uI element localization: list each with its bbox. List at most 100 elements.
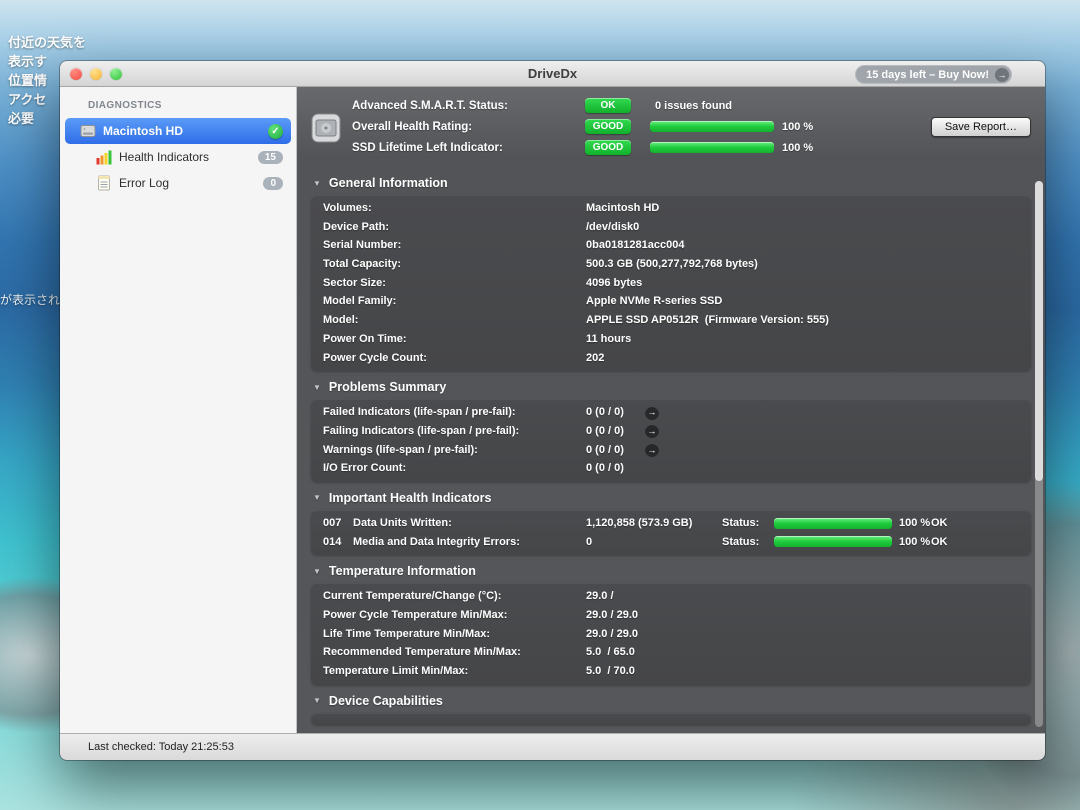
- section-box-temperature: Current Temperature/Change (°C):29.0 /Po…: [311, 583, 1031, 684]
- sidebar-item-label: Macintosh HD: [103, 124, 183, 138]
- progress-bar: [774, 536, 892, 547]
- details-arrow-button[interactable]: →: [645, 443, 659, 457]
- disclosure-triangle-icon: ▼: [313, 696, 321, 705]
- trial-badge-label: 15 days left – Buy Now!: [866, 69, 989, 81]
- window-body: DIAGNOSTICS Macintosh HD ✓ Health Indicato…: [60, 87, 1045, 733]
- row-value: 202: [586, 349, 604, 368]
- sidebar-header: DIAGNOSTICS: [60, 97, 296, 118]
- table-row: 014Media and Data Integrity Errors:0Stat…: [311, 533, 1031, 552]
- trial-badge[interactable]: 15 days left – Buy Now! →: [855, 65, 1012, 84]
- table-row: Total Capacity:500.3 GB (500,277,792,768…: [311, 255, 1031, 274]
- section-header-capabilities[interactable]: ▼Device Capabilities: [311, 685, 1031, 713]
- table-row: Failing Indicators (life-span / pre-fail…: [311, 422, 1031, 441]
- row-value: 500.3 GB (500,277,792,768 bytes): [586, 255, 758, 274]
- table-row: Model:APPLE SSD AP0512R (Firmware Versio…: [311, 311, 1031, 330]
- sections: ▼ General Information Volumes: Macintosh HD…: [297, 167, 1045, 725]
- summary-row-label: Advanced S.M.A.R.T. Status:: [352, 100, 585, 112]
- row-label: Warnings (life-span / pre-fail):: [323, 441, 478, 460]
- row-label: Model:: [323, 311, 358, 330]
- progress-bar-fill: [774, 518, 892, 529]
- row-value: 1,120,858 (573.9 GB): [586, 514, 692, 533]
- row-label: Media and Data Integrity Errors:: [353, 533, 520, 552]
- row-label: Power Cycle Temperature Min/Max:: [323, 606, 507, 625]
- row-value: Macintosh HD: [586, 199, 659, 218]
- status-badge: GOOD: [585, 140, 631, 155]
- status-bar: Last checked: Today 21:25:53: [60, 733, 1045, 760]
- row-label: Volumes:: [323, 199, 372, 218]
- section-header-problems[interactable]: ▼Problems Summary: [311, 371, 1031, 399]
- row-value: 0 (0 / 0): [586, 441, 624, 460]
- row-value: 4096 bytes: [586, 274, 642, 293]
- indicator-id: 007: [323, 514, 341, 533]
- row-label: Device Path:: [323, 218, 389, 237]
- status-badge: OK: [585, 98, 631, 113]
- section-box-general: Volumes: Macintosh HD Device Path: /dev/dis…: [311, 195, 1031, 371]
- section-box-capabilities: [311, 713, 1031, 725]
- row-value: Apple NVMe R-series SSD: [586, 292, 722, 311]
- last-checked-label: Last checked: Today 21:25:53: [88, 741, 234, 753]
- table-row: Sector Size: 4096 bytes: [311, 274, 1031, 293]
- section-header-temperature[interactable]: ▼Temperature Information: [311, 555, 1031, 583]
- status-badge: GOOD: [585, 119, 631, 134]
- percent-label: 100 %: [899, 514, 930, 533]
- sidebar-item-badge: 15: [258, 151, 283, 164]
- row-label: Life Time Temperature Min/Max:: [323, 625, 490, 644]
- details-arrow-button[interactable]: →: [645, 406, 659, 420]
- table-row: Life Time Temperature Min/Max:29.0 / 29.…: [311, 625, 1031, 644]
- row-label: Failing Indicators (life-span / pre-fail…: [323, 422, 519, 441]
- table-row: I/O Error Count:0 (0 / 0): [311, 459, 1031, 478]
- row-value: 0 (0 / 0): [586, 403, 624, 422]
- progress-bar-fill: [650, 142, 774, 153]
- table-row: 007Data Units Written:1,120,858 (573.9 G…: [311, 514, 1031, 533]
- ok-label: OK: [931, 533, 948, 552]
- section-title: Important Health Indicators: [329, 491, 492, 505]
- row-label: Model Family:: [323, 292, 396, 311]
- section-box-problems: Failed Indicators (life-span / pre-fail)…: [311, 399, 1031, 482]
- table-row: Power Cycle Count:202: [311, 349, 1031, 368]
- summary-panel: Advanced S.M.A.R.T. Status:OK0 issues fo…: [297, 87, 1045, 167]
- sidebar-item-error-log[interactable]: Error Log0: [65, 170, 291, 196]
- details-arrow-button[interactable]: →: [645, 424, 659, 438]
- sidebar: DIAGNOSTICS Macintosh HD ✓ Health Indicato…: [60, 87, 297, 733]
- section-header-health[interactable]: ▼ Important Health Indicators: [311, 482, 1031, 510]
- table-row: Serial Number:0ba0181281acc004: [311, 236, 1031, 255]
- status-label: Status:: [722, 514, 759, 533]
- row-value: 0 (0 / 0): [586, 459, 624, 478]
- summary-row: SSD Lifetime Left Indicator:GOOD 100 %: [352, 137, 1045, 158]
- desktop-text-fragment: が表示され: [0, 291, 60, 308]
- table-row: Failed Indicators (life-span / pre-fail)…: [311, 403, 1031, 422]
- titlebar: DriveDx 15 days left – Buy Now! →: [60, 61, 1045, 87]
- disclosure-triangle-icon: ▼: [313, 179, 321, 188]
- row-label: Recommended Temperature Min/Max:: [323, 643, 521, 662]
- percent-label: 100 %: [782, 142, 813, 154]
- table-row: Recommended Temperature Min/Max:5.0 / 65…: [311, 643, 1031, 662]
- drivedx-window: DriveDx 15 days left – Buy Now! → DIAGNO…: [60, 61, 1045, 760]
- sidebar-item-health-indicators[interactable]: Health Indicators15: [65, 144, 291, 170]
- sidebar-item-label: Error Log: [119, 176, 169, 190]
- row-value: 29.0 / 29.0: [586, 606, 638, 625]
- summary-row-label: SSD Lifetime Left Indicator:: [352, 142, 585, 154]
- table-row: Current Temperature/Change (°C):29.0 /: [311, 587, 1031, 606]
- row-value: 11 hours: [586, 330, 631, 349]
- row-label: Temperature Limit Min/Max:: [323, 662, 468, 681]
- sidebar-items: Macintosh HD✓Health Indicators15Error Lo…: [60, 118, 296, 196]
- health-ok-checkmark-icon: ✓: [268, 124, 283, 139]
- progress-bar: [650, 121, 774, 132]
- section-title: General Information: [329, 176, 448, 190]
- sidebar-item-macintosh-hd[interactable]: Macintosh HD ✓: [65, 118, 291, 144]
- indicator-id: 014: [323, 533, 341, 552]
- row-value: 0 (0 / 0): [586, 422, 624, 441]
- section-box-health: 007Data Units Written:1,120,858 (573.9 G…: [311, 510, 1031, 555]
- disclosure-triangle-icon: ▼: [313, 493, 321, 502]
- row-value: 0: [586, 533, 592, 552]
- bar-chart-icon: [96, 149, 112, 165]
- scrollbar-thumb[interactable]: [1035, 181, 1043, 481]
- row-label: Failed Indicators (life-span / pre-fail)…: [323, 403, 516, 422]
- section-header-general[interactable]: ▼ General Information: [311, 167, 1031, 195]
- ok-label: OK: [931, 514, 948, 533]
- row-value: /dev/disk0: [586, 218, 639, 237]
- table-row: Volumes: Macintosh HD: [311, 199, 1031, 218]
- save-report-button[interactable]: Save Report…: [931, 117, 1031, 137]
- row-label: Sector Size:: [323, 274, 386, 293]
- table-row: Model Family: Apple NVMe R-series SSD: [311, 292, 1031, 311]
